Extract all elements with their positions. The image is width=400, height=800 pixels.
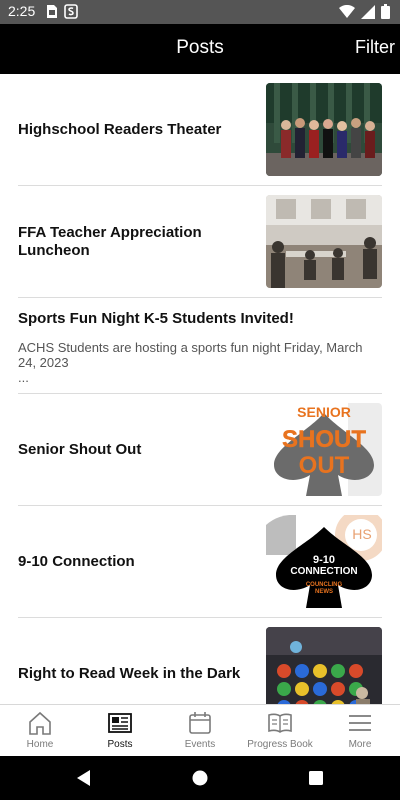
list-item[interactable]: FFA Teacher Appreciation Luncheon [18, 186, 382, 298]
s-app-icon [64, 4, 78, 19]
nav-label-progress-book: Progress Book [247, 739, 313, 750]
nav-label-events: Events [184, 739, 216, 750]
nav-label-home: Home [26, 739, 54, 750]
post-title: Sports Fun Night K-5 Students Invited! [18, 310, 294, 327]
list-item[interactable]: Highschool Readers Theater [18, 74, 382, 186]
nav-item-events[interactable]: Events [160, 705, 240, 756]
sim-card-icon [47, 5, 57, 18]
post-thumbnail [266, 195, 382, 288]
recents-icon[interactable] [306, 768, 326, 788]
thumb-text-senior: SENIOR [297, 404, 351, 420]
post-title: FFA Teacher Appreciation Luncheon [18, 223, 202, 259]
app-bar: Posts Filter [0, 24, 400, 74]
post-thumbnail [266, 83, 382, 176]
page-title: Posts [176, 37, 224, 58]
menu-icon [349, 715, 371, 731]
thumb-text-shout: SHOUT [282, 426, 366, 453]
thumb-text-9-10: 9-10 [313, 554, 335, 566]
system-nav-bar [0, 756, 400, 800]
thumb-text-councling: COUNCLING [306, 582, 343, 588]
post-title: Right to Read Week in the Dark [18, 664, 241, 682]
home-icon [29, 711, 51, 735]
nav-item-more[interactable]: More [320, 705, 400, 756]
status-bar: 2:25 [0, 0, 400, 24]
list-item[interactable]: 9-10 Connection HS 9-10 CONNECTION COUNC… [18, 506, 382, 618]
newspaper-icon [108, 713, 132, 733]
thumb-text-hs: HS [352, 526, 371, 542]
home-button-icon[interactable] [190, 768, 210, 788]
thumb-text-news: NEWS [315, 589, 333, 595]
post-thumbnail: HS 9-10 CONNECTION COUNCLING NEWS [266, 515, 382, 608]
post-title: Senior Shout Out [18, 440, 142, 458]
battery-icon [381, 4, 390, 19]
filter-button[interactable]: Filter [355, 37, 395, 58]
wifi-icon [339, 4, 355, 18]
thumb-text-connection: CONNECTION [290, 566, 357, 577]
nav-label-posts: Posts [107, 739, 133, 750]
nav-item-progress-book[interactable]: Progress Book [240, 705, 320, 756]
post-title: Highschool Readers Theater [18, 120, 222, 138]
list-item[interactable]: Senior Shout Out SENIOR SHOUT OUT [18, 394, 382, 506]
post-excerpt-text: ACHS Students are hosting a sports fun n… [18, 340, 363, 370]
list-item[interactable]: Sports Fun Night K-5 Students Invited! A… [18, 298, 382, 394]
list-item[interactable]: Right to Read Week in the Dark [18, 618, 382, 704]
post-list[interactable]: Highschool Readers Theater FFA Teacher A… [0, 74, 400, 704]
nav-label-more: More [348, 739, 372, 750]
post-thumbnail: SENIOR SHOUT OUT [266, 403, 382, 496]
post-title: 9-10 Connection [18, 552, 135, 570]
book-icon [268, 713, 292, 733]
post-excerpt-ellipsis: ... [18, 370, 29, 385]
post-excerpt: ACHS Students are hosting a sports fun n… [18, 340, 382, 385]
bottom-nav: Home Posts Events Progress Book More [0, 704, 400, 756]
status-time: 2:25 [8, 3, 36, 19]
calendar-icon [189, 712, 211, 734]
signal-icon [361, 4, 375, 19]
post-thumbnail [266, 627, 382, 704]
thumb-text-out: OUT [299, 452, 350, 479]
nav-item-home[interactable]: Home [0, 705, 80, 756]
back-icon[interactable] [74, 768, 94, 788]
nav-item-posts[interactable]: Posts [80, 705, 160, 756]
